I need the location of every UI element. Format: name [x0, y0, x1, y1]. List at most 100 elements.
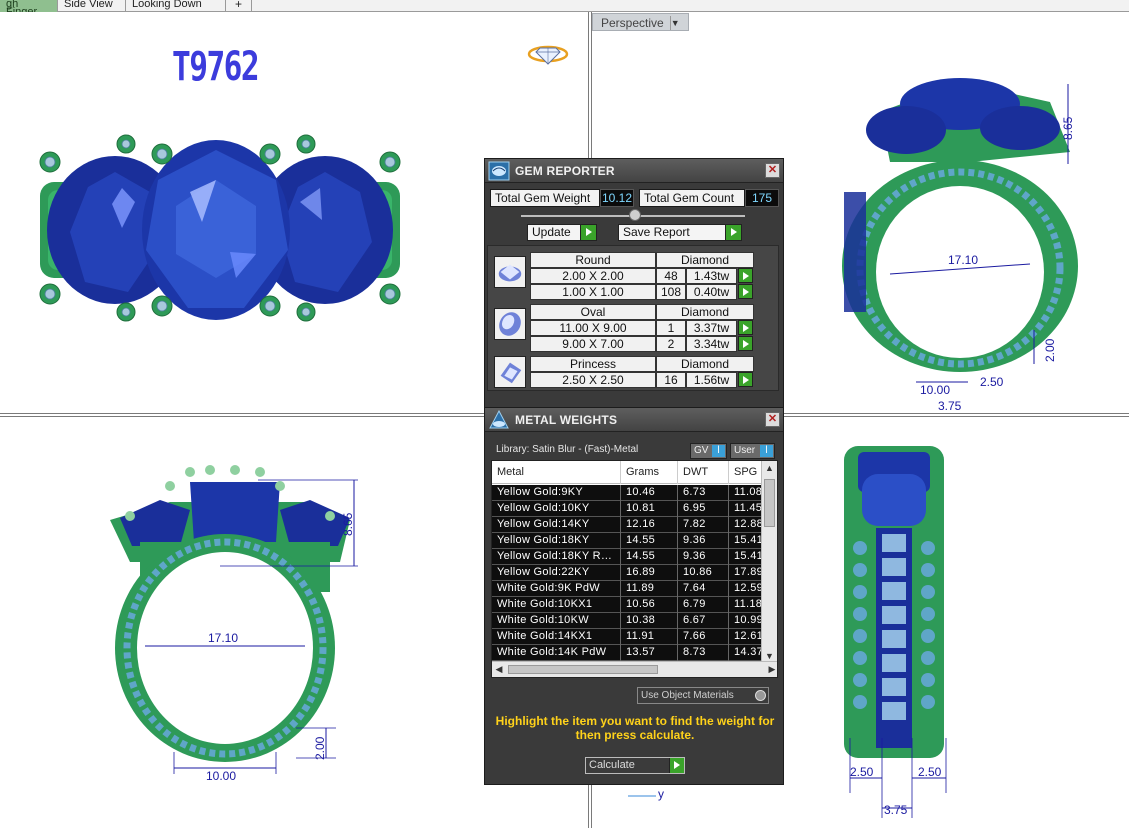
cell-grams: 13.57 — [626, 646, 656, 658]
cell-spg: 12.88 — [734, 518, 764, 530]
play-icon[interactable] — [738, 372, 753, 387]
table-row[interactable]: White Gold:10KX1 10.56 6.79 11.18 — [492, 597, 763, 613]
metal-table-header: Metal Grams DWT SPG — [492, 461, 763, 484]
gem-reporter-header[interactable]: GEM REPORTER ✕ — [485, 159, 783, 183]
table-row[interactable]: White Gold:9K PdW 11.89 7.64 12.59 — [492, 581, 763, 597]
close-icon[interactable]: ✕ — [765, 163, 780, 178]
table-row[interactable]: White Gold:14KX1 11.91 7.66 12.61 — [492, 629, 763, 645]
cell-grams: 10.81 — [626, 502, 656, 514]
metal-weights-logo-icon — [489, 410, 509, 429]
total-gem-count-value: 175 — [745, 189, 779, 207]
column-grams[interactable]: Grams — [626, 466, 659, 478]
play-icon[interactable] — [738, 268, 753, 283]
play-icon[interactable] — [738, 284, 753, 299]
axis-indicator: y — [628, 787, 664, 801]
view-tab-bar: gh Finger Side View Looking Down + — [0, 0, 1129, 12]
cell-spg: 11.18 — [734, 598, 763, 610]
dimension-front-diameter: 17.10 — [208, 631, 238, 645]
cell-metal: White Gold:14KX1 — [497, 630, 593, 642]
gem-reporter-panel: GEM REPORTER ✕ Total Gem Weight 10.12 To… — [484, 158, 784, 408]
table-row[interactable]: Yellow Gold:10KY 10.81 6.95 11.45 — [492, 501, 763, 517]
cell-grams: 10.46 — [626, 486, 656, 498]
play-icon[interactable] — [738, 336, 753, 351]
scroll-thumb[interactable] — [508, 665, 658, 674]
play-icon[interactable] — [738, 320, 753, 335]
viewport-label[interactable]: Perspective ▼ — [592, 13, 689, 31]
gem-group-oval[interactable]: Oval Diamond 11.00 X 9.00 1 3.37tw 9.00 … — [494, 304, 754, 352]
metal-table-horizontal-scrollbar[interactable]: ◀ ▶ — [492, 661, 777, 677]
chevron-down-icon[interactable]: ▼ — [669, 16, 680, 30]
cell-dwt: 6.73 — [683, 486, 706, 498]
column-metal[interactable]: Metal — [497, 466, 524, 478]
user-toggle[interactable]: User ǀ — [730, 443, 775, 459]
tab-label: Looking Down — [132, 0, 202, 10]
user-toggle-label: User — [734, 445, 756, 456]
gem-count: 1 — [656, 320, 686, 336]
tab-side-view[interactable]: Side View — [58, 0, 126, 12]
scroll-left-icon[interactable]: ◀ — [492, 662, 506, 677]
gem-group-princess[interactable]: Princess Diamond 2.50 X 2.50 16 1.56tw — [494, 356, 754, 388]
cell-dwt: 6.95 — [683, 502, 706, 514]
cell-metal: White Gold:9K PdW — [497, 582, 600, 594]
scroll-right-icon[interactable]: ▶ — [765, 662, 777, 677]
gv-toggle[interactable]: GV ǀ — [690, 443, 727, 459]
use-object-materials-toggle[interactable]: Use Object Materials — [637, 687, 769, 704]
cell-metal: Yellow Gold:9KY — [497, 486, 584, 498]
cell-spg: 11.45 — [734, 502, 763, 514]
table-row[interactable]: Yellow Gold:18KY R… 14.55 9.36 15.41 — [492, 549, 763, 565]
cell-dwt: 8.73 — [683, 646, 706, 658]
table-row[interactable]: Yellow Gold:9KY 10.46 6.73 11.08 — [492, 485, 763, 501]
table-row[interactable]: White Gold:10KW 10.38 6.67 10.99 — [492, 613, 763, 629]
close-icon[interactable]: ✕ — [765, 412, 780, 427]
dimension-front-band-height: 2.00 — [313, 736, 327, 760]
cell-dwt: 6.79 — [683, 598, 706, 610]
dimension-persp-diameter: 17.10 — [948, 253, 978, 267]
add-tab-icon: + — [234, 0, 242, 11]
total-gem-weight-value: 10.12 — [600, 189, 634, 207]
cell-metal: Yellow Gold:14KY — [497, 518, 590, 530]
instruction-message: Highlight the item you want to find the … — [495, 714, 775, 742]
metal-weights-panel: METAL WEIGHTS ✕ Library: Satin Blur - (F… — [484, 407, 784, 785]
use-object-materials-label: Use Object Materials — [641, 690, 734, 701]
update-button[interactable]: Update — [527, 224, 597, 241]
cell-dwt: 9.36 — [683, 534, 706, 546]
calculate-button[interactable]: Calculate — [585, 757, 685, 774]
tab-looking-down[interactable]: Looking Down — [126, 0, 226, 12]
dimension-side-left: 2.50 — [850, 765, 874, 779]
cell-spg: 14.37 — [734, 646, 764, 658]
gem-group-round[interactable]: Round Diamond 2.00 X 2.00 48 1.43tw 1.00… — [494, 252, 754, 300]
gem-slider-handle[interactable] — [629, 209, 641, 221]
round-gem-icon — [494, 256, 526, 288]
cell-grams: 12.16 — [626, 518, 656, 530]
ring-top-view — [39, 134, 401, 322]
table-row[interactable]: Yellow Gold:22KY 16.89 10.86 17.89 — [492, 565, 763, 581]
ring-side-view: 2.50 2.50 3.75 — [844, 446, 947, 818]
total-gem-count: Total Gem Count 175 — [639, 189, 779, 207]
dimension-persp-width: 10.00 — [920, 383, 950, 397]
table-row[interactable]: White Gold:14K PdW 13.57 8.73 14.37 — [492, 645, 763, 661]
cell-dwt: 6.67 — [683, 614, 706, 626]
scroll-thumb[interactable] — [764, 479, 775, 527]
gem-size: 9.00 X 7.00 — [530, 336, 656, 352]
column-dwt[interactable]: DWT — [683, 466, 708, 478]
gem-material-label: Diamond — [656, 304, 754, 320]
tab-finger-view[interactable]: gh Finger — [0, 0, 58, 12]
save-report-button[interactable]: Save Report — [618, 224, 742, 241]
scroll-up-icon[interactable]: ▲ — [762, 461, 777, 475]
dimension-persp-height-2: 2.00 — [1043, 338, 1057, 362]
table-row[interactable]: Yellow Gold:14KY 12.16 7.82 12.88 — [492, 517, 763, 533]
column-spg[interactable]: SPG — [734, 466, 757, 478]
metal-table-vertical-scrollbar[interactable]: ▲ ▼ — [761, 461, 777, 663]
cell-grams: 14.55 — [626, 550, 656, 562]
total-gem-count-label: Total Gem Count — [639, 189, 745, 207]
gem-table: Round Diamond 2.00 X 2.00 48 1.43tw 1.00… — [487, 245, 779, 391]
dimension-side-center: 3.75 — [884, 803, 908, 817]
add-tab-button[interactable]: + — [226, 0, 252, 12]
metal-weights-header[interactable]: METAL WEIGHTS ✕ — [485, 408, 783, 432]
gem-shape-label: Round — [530, 252, 656, 268]
cell-dwt: 10.86 — [683, 566, 713, 578]
gem-weight: 1.56tw — [686, 372, 737, 388]
dimension-front-band-width: 10.00 — [206, 769, 236, 783]
gem-shape-label: Oval — [530, 304, 656, 320]
table-row[interactable]: Yellow Gold:18KY 14.55 9.36 15.41 — [492, 533, 763, 549]
